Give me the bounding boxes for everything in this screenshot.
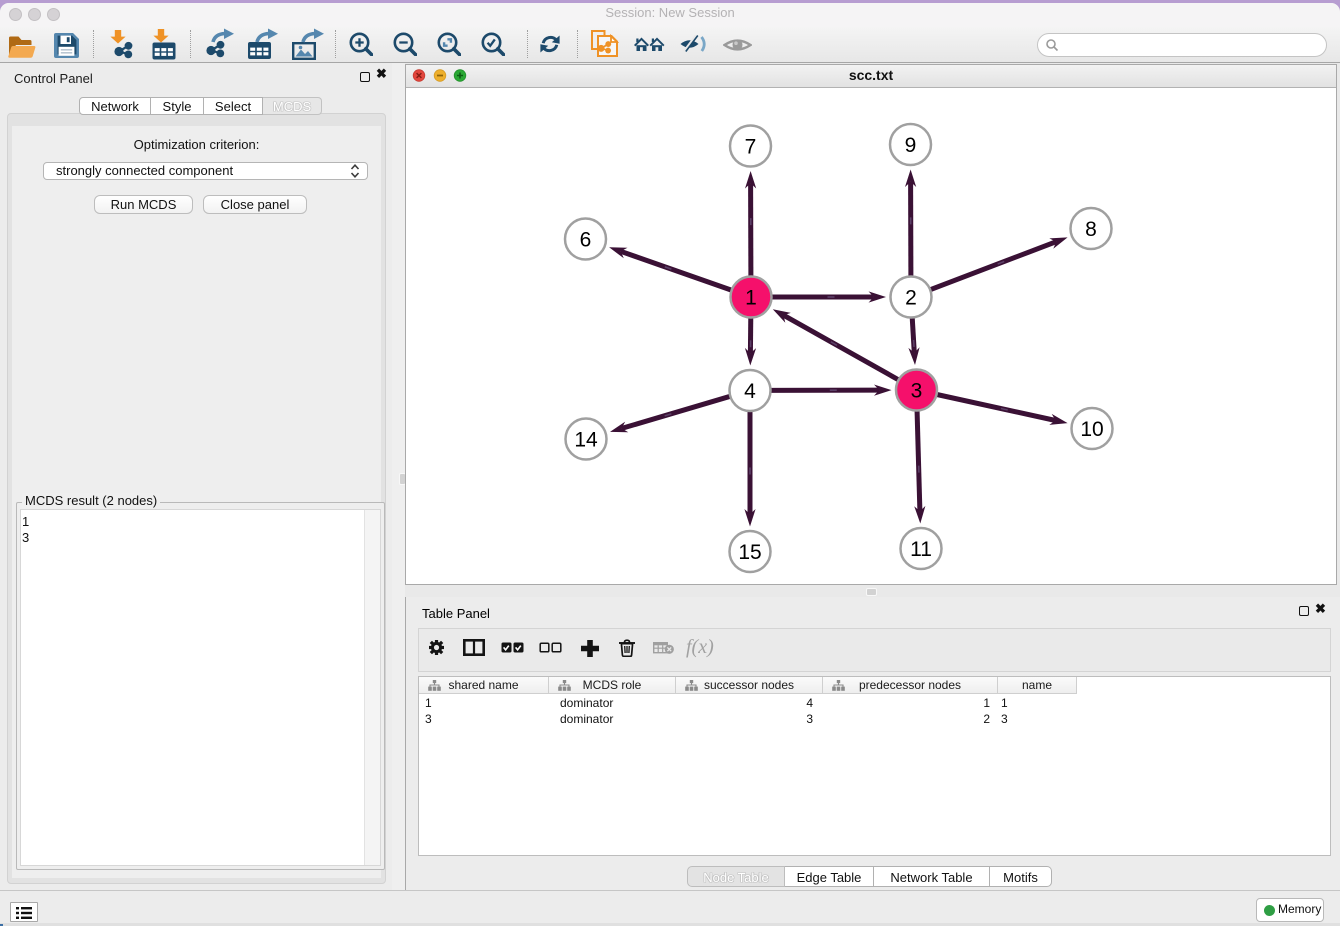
svg-text:4: 4 xyxy=(744,380,756,403)
svg-text:8: 8 xyxy=(1085,218,1097,241)
svg-text:1: 1 xyxy=(745,287,757,310)
svg-text:10: 10 xyxy=(1080,418,1103,441)
svg-text:3: 3 xyxy=(911,380,923,403)
svg-text:15: 15 xyxy=(738,541,761,564)
svg-text:7: 7 xyxy=(745,136,757,159)
svg-text:2: 2 xyxy=(905,287,917,310)
svg-text:9: 9 xyxy=(905,134,917,157)
svg-text:14: 14 xyxy=(574,429,598,452)
svg-text:6: 6 xyxy=(580,229,592,252)
svg-text:11: 11 xyxy=(910,538,932,561)
